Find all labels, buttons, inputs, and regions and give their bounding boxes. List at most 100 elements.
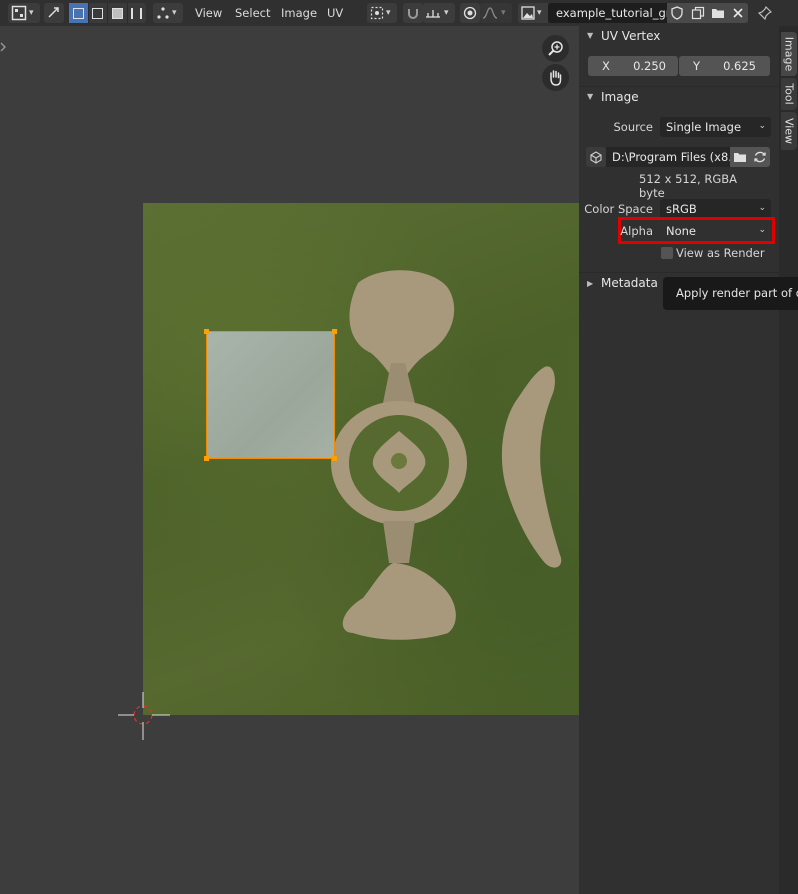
chevron-down-icon: ⌄ bbox=[758, 203, 766, 213]
tab-tool-label: Tool bbox=[782, 83, 796, 105]
color-space-value: sRGB bbox=[666, 202, 697, 216]
proportional-editing-button[interactable] bbox=[460, 3, 480, 23]
island-select-mode-button[interactable] bbox=[128, 3, 147, 23]
filepath-value: D:\Program Files (x8... bbox=[612, 150, 740, 164]
chevron-down-icon: ▼ bbox=[587, 92, 594, 101]
uv-vertex[interactable] bbox=[204, 456, 209, 461]
source-dropdown[interactable]: Single Image ⌄ bbox=[660, 117, 771, 137]
tab-view-label: View bbox=[782, 117, 796, 145]
uv-vertex[interactable] bbox=[204, 329, 209, 334]
image-name-field[interactable]: example_tutorial_gr... bbox=[548, 3, 667, 23]
alpha-value: None bbox=[666, 224, 697, 238]
vertex-select-icon bbox=[72, 7, 84, 19]
snap-toggle-button[interactable] bbox=[403, 3, 423, 23]
browse-image-button[interactable]: ▾ bbox=[518, 3, 548, 23]
proportional-editing-icon bbox=[463, 6, 477, 20]
selection-mode-group bbox=[69, 3, 146, 23]
refresh-icon bbox=[754, 151, 766, 163]
chevron-right-icon: ▶ bbox=[587, 279, 594, 288]
editor-type-button[interactable]: ▾ bbox=[8, 3, 40, 23]
chevron-down-icon: ▾ bbox=[386, 8, 391, 18]
uv-x-field[interactable]: X 0.250 bbox=[588, 56, 678, 76]
edge-select-icon bbox=[92, 7, 104, 19]
tab-view[interactable]: View bbox=[781, 112, 797, 150]
unlink-image-button[interactable] bbox=[728, 3, 748, 23]
face-select-icon bbox=[111, 7, 123, 19]
uv-face-selected[interactable] bbox=[206, 331, 335, 459]
alpha-label: Alpha bbox=[620, 224, 653, 238]
menu-image[interactable]: Image bbox=[281, 6, 317, 20]
pack-image-button[interactable] bbox=[586, 147, 606, 167]
chevron-down-icon: ▾ bbox=[537, 8, 542, 18]
image-info-text: 512 x 512, RGBA byte bbox=[639, 172, 737, 200]
cursor-crosshair-icon bbox=[118, 692, 170, 740]
snap-target-button[interactable]: ▾ bbox=[423, 3, 455, 23]
folder-icon bbox=[712, 9, 724, 18]
open-image-button[interactable] bbox=[708, 3, 728, 23]
duplicate-icon bbox=[691, 6, 705, 20]
new-image-button[interactable] bbox=[688, 3, 708, 23]
sticky-selection-mode-button[interactable]: ▾ bbox=[153, 3, 183, 23]
pin-icon bbox=[758, 6, 772, 20]
uv-vertex-panel-title: UV Vertex bbox=[601, 29, 661, 43]
2d-cursor[interactable] bbox=[118, 690, 170, 742]
uv-y-field[interactable]: Y 0.625 bbox=[679, 56, 770, 76]
sticky-mode-icon bbox=[157, 7, 169, 19]
uv-y-label: Y bbox=[693, 59, 701, 73]
face-select-mode-button[interactable] bbox=[108, 3, 128, 23]
color-space-label: Color Space bbox=[584, 202, 653, 216]
source-value: Single Image bbox=[666, 120, 742, 134]
image-icon bbox=[521, 6, 535, 20]
zoom-in-icon bbox=[548, 41, 563, 56]
view-as-render-checkbox[interactable] bbox=[661, 247, 673, 259]
chevron-down-icon: ▼ bbox=[587, 31, 594, 40]
folder-icon bbox=[734, 153, 746, 162]
sync-icon bbox=[48, 7, 59, 18]
chevron-down-icon: ▾ bbox=[172, 8, 177, 18]
tab-image-label: Image bbox=[782, 36, 796, 72]
pin-button[interactable] bbox=[755, 3, 775, 23]
menu-select[interactable]: Select bbox=[235, 6, 270, 20]
pan-gizmo-button[interactable] bbox=[542, 64, 569, 91]
menu-view[interactable]: View bbox=[195, 6, 222, 20]
chevron-down-icon: ⌄ bbox=[758, 225, 766, 235]
uv-x-value: 0.250 bbox=[633, 59, 666, 73]
chevron-down-icon: ▾ bbox=[29, 8, 34, 18]
reload-image-button[interactable] bbox=[750, 147, 770, 167]
snap-increment-icon bbox=[426, 10, 440, 18]
chevron-down-icon: ▾ bbox=[444, 8, 449, 18]
metadata-panel-title: Metadata bbox=[601, 276, 658, 290]
filepath-field[interactable]: D:\Program Files (x8... bbox=[606, 147, 739, 167]
chevron-down-icon: ▾ bbox=[501, 8, 506, 18]
sidebar-tabs: Image Tool View bbox=[779, 26, 798, 894]
magnet-icon bbox=[408, 9, 418, 19]
uv-vertex-panel-header[interactable]: ▼ UV Vertex bbox=[579, 26, 779, 48]
toolbar-expand-arrow[interactable] bbox=[0, 40, 8, 54]
source-label: Source bbox=[613, 120, 654, 134]
chevron-down-icon: ⌄ bbox=[758, 121, 766, 131]
tab-tool[interactable]: Tool bbox=[781, 78, 797, 110]
browse-file-button[interactable] bbox=[730, 147, 750, 167]
uv-vertex[interactable] bbox=[332, 456, 337, 461]
uv-vertex[interactable] bbox=[332, 329, 337, 334]
sidebar-panel: ▼ UV Vertex X 0.250 Y 0.625 ▼ Image Sour… bbox=[579, 26, 779, 894]
pivot-icon bbox=[370, 6, 384, 20]
fake-user-button[interactable] bbox=[667, 3, 688, 23]
color-space-dropdown[interactable]: sRGB ⌄ bbox=[660, 199, 771, 219]
pivot-point-button[interactable]: ▾ bbox=[367, 3, 397, 23]
island-select-icon bbox=[131, 7, 143, 19]
falloff-curve-icon bbox=[482, 7, 498, 19]
menu-uv[interactable]: UV bbox=[327, 6, 343, 20]
view-as-render-label: View as Render bbox=[676, 246, 765, 260]
image-panel-header[interactable]: ▼ Image bbox=[579, 86, 779, 109]
edge-select-mode-button[interactable] bbox=[89, 3, 108, 23]
uv-y-value: 0.625 bbox=[723, 59, 756, 73]
chevron-right-icon bbox=[0, 42, 6, 52]
hand-icon bbox=[550, 70, 562, 86]
tab-image[interactable]: Image bbox=[781, 32, 797, 76]
vertex-select-mode-button[interactable] bbox=[69, 3, 89, 23]
sync-selection-button[interactable] bbox=[44, 3, 64, 23]
alpha-dropdown[interactable]: None ⌄ bbox=[660, 221, 771, 241]
falloff-type-button[interactable]: ▾ bbox=[480, 3, 512, 23]
zoom-gizmo-button[interactable] bbox=[542, 35, 569, 62]
